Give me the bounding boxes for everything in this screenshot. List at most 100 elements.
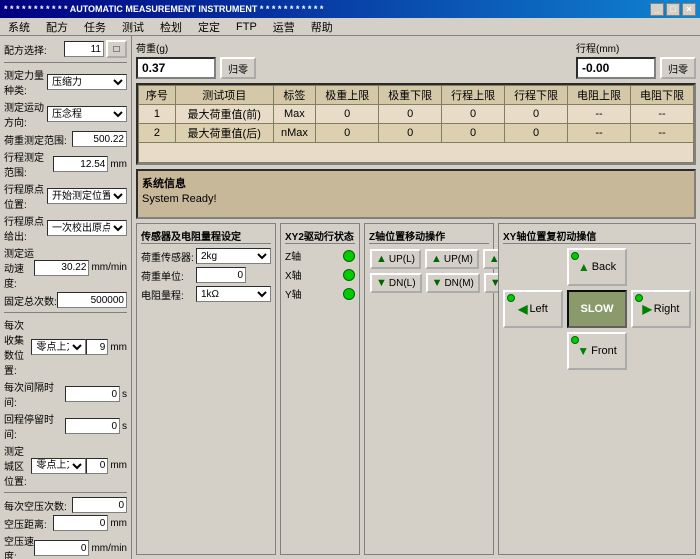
weight-zero-button[interactable]: 归零: [220, 57, 256, 79]
menu-recipe[interactable]: 配方: [42, 18, 72, 36]
z-axis-status-row: Z轴: [285, 248, 355, 263]
air-speed-input[interactable]: [34, 540, 89, 556]
menu-help[interactable]: 帮助: [307, 18, 337, 36]
move-dir-row: 测定运动方向: 压念程: [4, 99, 127, 129]
cell-item-2: 最大荷重值(后): [175, 124, 273, 143]
weight-indicator: 荷重(g) 0.37 归零: [136, 40, 256, 79]
maximize-button[interactable]: □: [666, 3, 680, 16]
measure-zone-input[interactable]: [86, 458, 108, 474]
z-dn-row: ▼DN(L) ▼DN(M) ▼DN(H) ▼DN: [369, 272, 489, 294]
collect-pos-row: 每次收集数位置: 零点上方 mm: [4, 317, 127, 377]
system-info-title: 系统信息: [142, 175, 690, 191]
collect-pos-select[interactable]: 零点上方: [31, 339, 86, 355]
up-m-button[interactable]: ▲UP(M): [425, 249, 479, 269]
travel-origin-out-select[interactable]: 一次校出原点: [47, 220, 127, 236]
menu-operation[interactable]: 运营: [269, 18, 299, 36]
air-dist-label: 空压距离:: [4, 516, 53, 531]
travel-range-input[interactable]: [53, 156, 108, 172]
load-range-input[interactable]: [72, 131, 127, 147]
resist-range-row: 电阻量程: 1kΩ: [141, 286, 271, 302]
xy-panel-title: XY轴位置复初动操信: [503, 228, 691, 244]
travel-origin-label: 行程原点位置:: [4, 181, 47, 211]
menu-test[interactable]: 测试: [118, 18, 148, 36]
col-seq: 序号: [139, 86, 176, 105]
weight-title: 荷重(g): [136, 40, 256, 55]
move-dir-select[interactable]: 压念程: [47, 106, 127, 122]
title-text: * * * * * * * * * * * AUTOMATIC MEASUREM…: [4, 4, 323, 14]
minimize-button[interactable]: _: [650, 3, 664, 16]
dn-l-button[interactable]: ▼DN(L): [370, 273, 422, 293]
travel-zero-button[interactable]: 归零: [660, 57, 696, 79]
load-unit-input[interactable]: [196, 267, 246, 283]
back-arrow-icon: ▲: [578, 260, 590, 274]
cell-resist-hi-1: --: [568, 105, 631, 124]
menu-ftp[interactable]: FTP: [232, 20, 261, 34]
x-axis-status-row: X轴: [285, 267, 355, 282]
air-count-label: 每次空压次数:: [4, 498, 72, 513]
travel-origin-select[interactable]: 开始测定位置: [47, 188, 127, 204]
measure-zone-label: 测定城区位置:: [4, 443, 31, 488]
return-dwell-input[interactable]: [65, 418, 120, 434]
measure-zone-select[interactable]: 零点上方: [31, 458, 86, 474]
menu-inspect[interactable]: 检划: [156, 18, 186, 36]
collect-pos-input[interactable]: [86, 339, 108, 355]
y-axis-led: [343, 288, 355, 300]
travel-title: 行程(mm): [576, 40, 696, 55]
empty-cell-tr: [631, 248, 691, 286]
table-row: 1 最大荷重值(前) Max 0 0 0 0 -- --: [139, 105, 694, 124]
collect-pos-label: 每次收集数位置:: [4, 317, 31, 377]
spacer: [264, 40, 568, 79]
z-panel-title: Z轴位置移动操作: [369, 228, 489, 244]
dn-m-button[interactable]: ▼DN(M): [426, 273, 480, 293]
back-led: [571, 252, 579, 260]
air-count-row: 每次空压次数:: [4, 497, 127, 513]
return-dwell-label: 回程停留时间:: [4, 411, 65, 441]
cell-load-hi-2: 0: [316, 124, 379, 143]
menu-task[interactable]: 任务: [80, 18, 110, 36]
xy2-status-panel: XY2驱动行状态 Z轴 X轴 Y轴: [280, 223, 360, 555]
slow-button[interactable]: SLOW: [567, 290, 627, 328]
right-label: Right: [654, 303, 680, 315]
cell-seq-1: 1: [139, 105, 176, 124]
y-axis-label: Y轴: [285, 286, 343, 301]
load-sensor-select[interactable]: 2kg: [196, 248, 271, 264]
air-dist-row: 空压距离: mm: [4, 515, 127, 531]
nav-grid: ▲ Back ◀ Left SLOW ▶: [503, 248, 691, 370]
col-item: 测试项目: [175, 86, 273, 105]
sensor-panel-title: 传感器及电阻量程设定: [141, 228, 271, 244]
interval-time-label: 每次间隔时间:: [4, 379, 65, 409]
table-row: 2 最大荷重值(后) nMax 0 0 0 0 -- --: [139, 124, 694, 143]
title-bar: * * * * * * * * * * * AUTOMATIC MEASUREM…: [0, 0, 700, 18]
interval-time-input[interactable]: [65, 386, 120, 402]
left-arrow-icon: ◀: [518, 302, 527, 316]
front-button[interactable]: ▼ Front: [567, 332, 627, 370]
travel-indicator: 行程(mm) -0.00 归零: [576, 40, 696, 79]
recipe-input[interactable]: [64, 41, 104, 57]
right-button[interactable]: ▶ Right: [631, 290, 691, 328]
close-button[interactable]: ×: [682, 3, 696, 16]
cell-resist-lo-2: --: [631, 124, 694, 143]
air-count-input[interactable]: [72, 497, 127, 513]
left-button[interactable]: ◀ Left: [503, 290, 563, 328]
travel-origin-out-row: 行程原点给出: 一次校出原点: [4, 213, 127, 243]
load-sensor-label: 荷重传感器:: [141, 249, 196, 264]
fixed-count-input[interactable]: [57, 292, 127, 308]
speed-row: 测定运动速度: mm/min: [4, 245, 127, 290]
up-l-button[interactable]: ▲UP(L): [370, 249, 421, 269]
menu-system[interactable]: 系统: [4, 18, 34, 36]
cell-resist-lo-1: --: [631, 105, 694, 124]
air-dist-input[interactable]: [53, 515, 108, 531]
empty-cell: [139, 143, 694, 163]
main-content: 配方选择: □ 测定力量种类: 压缩力 测定运动方向: 压念程 荷重测定范围: …: [0, 36, 700, 559]
menu-set[interactable]: 定定: [194, 18, 224, 36]
load-range-label: 荷重测定范围:: [4, 132, 72, 147]
back-button[interactable]: ▲ Back: [567, 248, 627, 286]
resist-range-select[interactable]: 1kΩ: [196, 286, 271, 302]
fixed-count-label: 固定总次数:: [4, 293, 57, 308]
travel-origin-row: 行程原点位置: 开始测定位置: [4, 181, 127, 211]
speed-input[interactable]: [34, 260, 89, 276]
meas-type-select[interactable]: 压缩力: [47, 74, 127, 90]
load-sensor-row: 荷重传感器: 2kg: [141, 248, 271, 264]
table-header-row: 序号 测试项目 标签 极重上限 极重下限 行程上限 行程下限 电阻上限 电阻下限: [139, 86, 694, 105]
recipe-button[interactable]: □: [106, 40, 127, 58]
